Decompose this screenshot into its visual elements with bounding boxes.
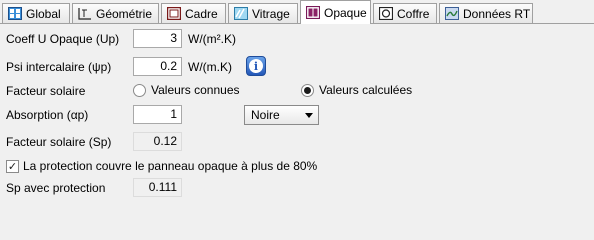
chevron-down-icon xyxy=(305,113,313,118)
tab-bar: Global Géométrie Cadre Vitrage Opaque Co… xyxy=(0,0,594,24)
tab-cadre[interactable]: Cadre xyxy=(161,3,226,23)
coeff-u-label: Coeff U Opaque (Up) xyxy=(6,32,120,46)
tab-opaque[interactable]: Opaque xyxy=(300,0,371,24)
radio-dot xyxy=(133,83,146,97)
tab-donnees-rt[interactable]: Données RT xyxy=(439,3,533,23)
protection-label: La protection couvre le panneau opaque à… xyxy=(23,159,318,173)
info-icon: i xyxy=(249,59,263,73)
coeff-u-input[interactable]: 3 xyxy=(133,29,182,48)
tab-label: Global xyxy=(26,6,61,21)
radio-dot-selected xyxy=(301,83,314,97)
facteur-sp-value: 0.12 xyxy=(133,132,182,151)
coeff-u-unit: W/(m².K) xyxy=(188,32,236,46)
color-select[interactable]: Noire xyxy=(244,105,319,125)
box-icon xyxy=(379,7,393,20)
opaque-panel: Coeff U Opaque (Up) 3 W/(m².K) Psi inter… xyxy=(0,24,594,209)
tab-label: Cadre xyxy=(185,6,218,21)
color-select-value: Noire xyxy=(251,108,280,122)
tab-label: Vitrage xyxy=(252,6,290,21)
tab-coffre[interactable]: Coffre xyxy=(373,3,437,23)
psi-label: Psi intercalaire (ψp) xyxy=(6,60,112,74)
info-button[interactable]: i xyxy=(246,56,266,76)
sp-protection-label: Sp avec protection xyxy=(6,181,106,195)
tab-vitrage[interactable]: Vitrage xyxy=(228,3,298,23)
radio-label: Valeurs calculées xyxy=(319,83,413,97)
opaque-icon xyxy=(306,6,320,19)
tab-label: Données RT xyxy=(463,6,531,21)
psi-input[interactable]: 0.2 xyxy=(133,57,182,76)
rt-data-icon xyxy=(445,7,459,20)
radio-label: Valeurs connues xyxy=(151,83,240,97)
psi-unit: W/(m.K) xyxy=(188,60,232,74)
global-icon xyxy=(8,7,22,20)
tab-label: Géométrie xyxy=(96,6,153,21)
radio-valeurs-calculees[interactable]: Valeurs calculées xyxy=(301,83,412,97)
glazing-icon xyxy=(234,7,248,20)
geometry-icon xyxy=(78,8,91,20)
absorption-input[interactable]: 1 xyxy=(133,105,182,124)
absorption-label: Absorption (αp) xyxy=(6,108,89,122)
tab-geometrie[interactable]: Géométrie xyxy=(72,3,159,23)
tab-label: Coffre xyxy=(397,6,430,21)
protection-checkbox[interactable]: ✓ La protection couvre le panneau opaque… xyxy=(6,159,317,173)
sp-protection-value: 0.111 xyxy=(133,178,182,197)
tab-global[interactable]: Global xyxy=(2,3,70,23)
frame-icon xyxy=(167,7,181,20)
checkmark-icon: ✓ xyxy=(6,159,19,173)
facteur-sp-label: Facteur solaire (Sp) xyxy=(6,135,112,149)
tab-label: Opaque xyxy=(324,5,367,20)
radio-valeurs-connues[interactable]: Valeurs connues xyxy=(133,83,240,97)
facteur-solaire-label: Facteur solaire xyxy=(6,84,86,98)
